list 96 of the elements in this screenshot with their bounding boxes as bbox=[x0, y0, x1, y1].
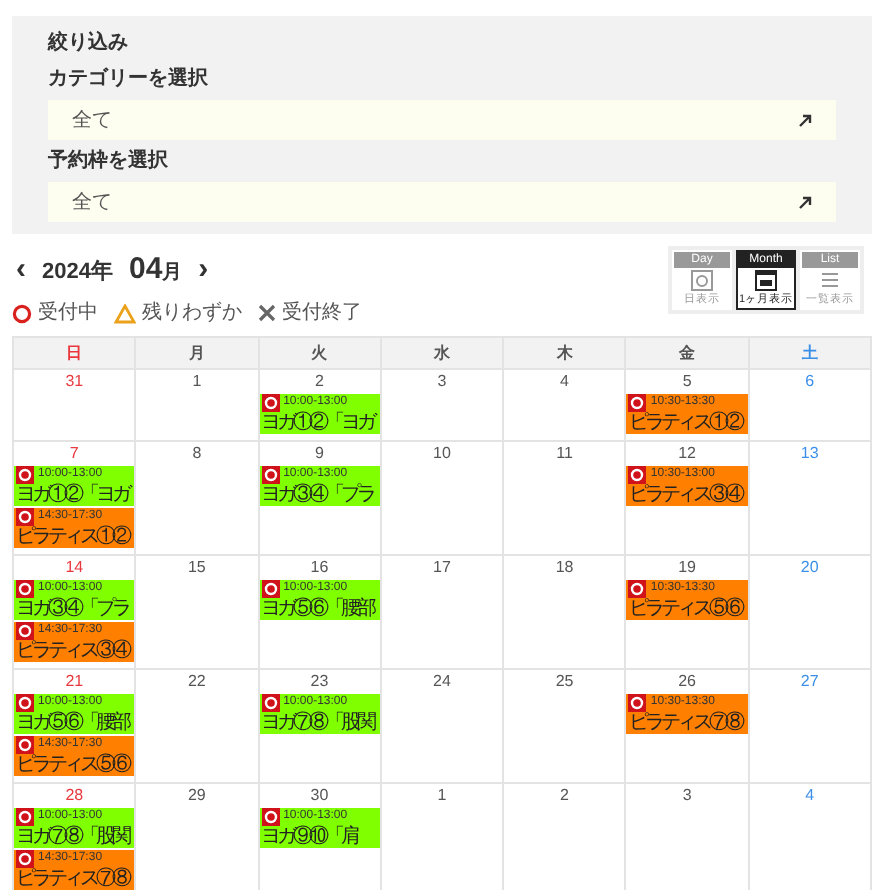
event-title: ヨガ⑦⑧「股関 bbox=[16, 826, 131, 848]
event-title: ピラティス⑤⑥ bbox=[628, 598, 744, 620]
status-icon bbox=[628, 694, 647, 712]
select-field[interactable]: 全て bbox=[48, 100, 836, 140]
day-number: 17 bbox=[431, 556, 453, 580]
weekday-header: 日 bbox=[13, 337, 136, 369]
event-title: ピラティス①② bbox=[16, 526, 131, 548]
circle-icon bbox=[12, 303, 32, 323]
day-number: 7 bbox=[67, 442, 81, 466]
event-title: ヨガ⑦⑧「股関 bbox=[261, 712, 377, 734]
field-label: 予約枠を選択 bbox=[48, 147, 170, 176]
event-title: ピラティス⑦⑧ bbox=[16, 868, 131, 890]
weekday-header: 金 bbox=[625, 337, 749, 369]
day-number: 4 bbox=[803, 784, 817, 808]
event-title: ヨガ①②「ヨガ bbox=[261, 412, 377, 434]
list-icon bbox=[818, 268, 842, 292]
status-icon bbox=[16, 694, 34, 712]
month-label: 04月 bbox=[128, 250, 183, 290]
select-field[interactable]: 全て bbox=[48, 182, 836, 222]
status-icon bbox=[628, 394, 647, 412]
field-label: カテゴリーを選択 bbox=[48, 65, 210, 94]
day-number: 10 bbox=[431, 442, 453, 466]
cross-icon bbox=[258, 304, 276, 322]
day-number: 25 bbox=[553, 670, 576, 694]
status-icon bbox=[261, 394, 280, 412]
day-number: 29 bbox=[185, 784, 208, 808]
status-icon bbox=[16, 808, 34, 826]
status-icon bbox=[16, 466, 34, 484]
weekday-header: 火 bbox=[258, 337, 381, 369]
day-number: 16 bbox=[308, 556, 331, 580]
event-title: ヨガ③④「プラ bbox=[16, 598, 131, 620]
event-title: ヨガ①②「ヨガ bbox=[16, 484, 132, 506]
event-title: ヨガ③④「プラ bbox=[261, 484, 376, 506]
day-number: 9 bbox=[312, 442, 326, 466]
weekday-header: 月 bbox=[135, 337, 259, 369]
day-number: 3 bbox=[435, 370, 449, 394]
day-number: 21 bbox=[63, 670, 86, 694]
status-icon bbox=[16, 580, 34, 598]
status-icon bbox=[16, 622, 34, 640]
previous-month-button[interactable]: ‹ bbox=[16, 248, 26, 293]
filter-title: 絞り込み bbox=[48, 28, 130, 58]
day-number: 6 bbox=[803, 370, 817, 394]
event-title: ピラティス③④ bbox=[16, 640, 131, 662]
clock-icon bbox=[690, 268, 714, 292]
day-number: 31 bbox=[63, 370, 86, 394]
legend-label: 残りわずか bbox=[142, 299, 242, 328]
day-number: 14 bbox=[63, 556, 86, 580]
day-number: 15 bbox=[185, 556, 208, 580]
status-icon bbox=[261, 466, 280, 484]
next-month-button[interactable]: › bbox=[198, 248, 209, 293]
event-title: ヨガ⑨⑩「肩 bbox=[261, 826, 361, 848]
day-number: 12 bbox=[676, 442, 698, 466]
day-number: 3 bbox=[680, 784, 694, 808]
event-title: ピラティス①② bbox=[628, 412, 744, 434]
year-label: 2024年 bbox=[42, 257, 113, 288]
day-number: 5 bbox=[680, 370, 694, 394]
event-title: ピラティス⑤⑥ bbox=[16, 754, 131, 776]
day-number: 11 bbox=[554, 442, 575, 466]
legend-label: 受付中 bbox=[38, 299, 98, 328]
day-number: 19 bbox=[676, 556, 698, 580]
day-number: 20 bbox=[798, 556, 821, 580]
status-icon bbox=[261, 808, 280, 826]
arrow-icon bbox=[798, 195, 812, 209]
calendar-icon bbox=[754, 268, 778, 292]
legend-label: 受付終了 bbox=[282, 299, 362, 328]
day-number: 13 bbox=[798, 442, 821, 466]
weekday-header: 木 bbox=[503, 337, 626, 369]
event-title: ヨガ⑤⑥「腰部 bbox=[16, 712, 131, 734]
event-title: ヨガ⑤⑥「腰部 bbox=[261, 598, 377, 620]
day-number: 24 bbox=[431, 670, 453, 694]
day-number: 4 bbox=[558, 370, 571, 394]
triangle-icon bbox=[114, 303, 136, 323]
status-icon bbox=[16, 508, 34, 526]
day-number: 26 bbox=[676, 670, 698, 694]
status-icon bbox=[16, 736, 34, 754]
day-number: 22 bbox=[185, 670, 208, 694]
weekday-header: 土 bbox=[748, 337, 871, 369]
day-number: 1 bbox=[190, 370, 204, 394]
day-number: 28 bbox=[63, 784, 86, 808]
day-number: 27 bbox=[798, 670, 821, 694]
day-number: 1 bbox=[435, 784, 449, 808]
event-title: ピラティス⑦⑧ bbox=[628, 712, 744, 734]
status-icon bbox=[261, 580, 280, 598]
status-icon bbox=[628, 466, 647, 484]
status-icon bbox=[628, 580, 647, 598]
day-number: 8 bbox=[190, 442, 204, 466]
day-number: 18 bbox=[553, 556, 576, 580]
status-icon bbox=[16, 850, 34, 868]
weekday-header: 水 bbox=[380, 337, 504, 369]
day-number: 2 bbox=[558, 784, 571, 808]
status-icon bbox=[261, 694, 280, 712]
day-number: 2 bbox=[312, 370, 326, 394]
arrow-icon bbox=[798, 113, 812, 127]
event-title: ピラティス③④ bbox=[628, 484, 744, 506]
day-number: 23 bbox=[308, 670, 331, 694]
day-number: 30 bbox=[308, 784, 331, 808]
